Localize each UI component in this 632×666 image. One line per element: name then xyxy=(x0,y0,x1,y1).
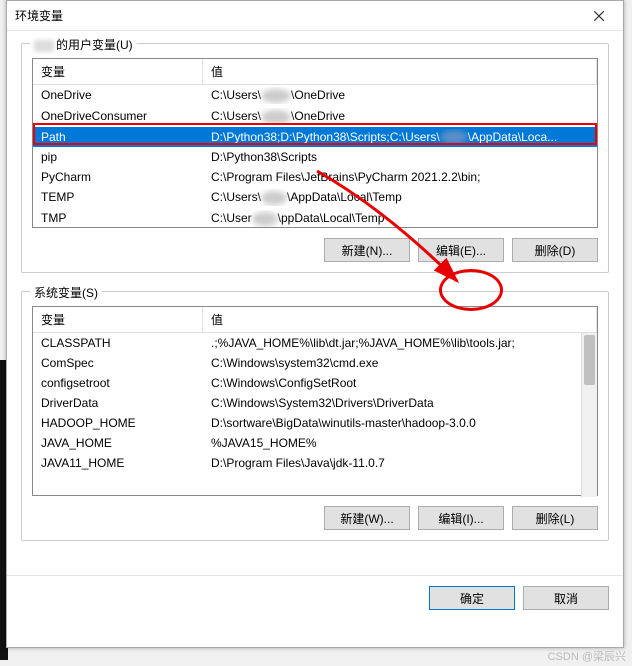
table-row: PyCharmC:\Program Files\JetBrains\PyChar… xyxy=(33,167,597,187)
table-row: configsetrootC:\Windows\ConfigSetRoot xyxy=(33,373,597,393)
user-edit-button[interactable]: 编辑(E)... xyxy=(418,238,504,262)
system-vars-scrollbar[interactable] xyxy=(581,333,597,497)
table-row: pipD:\Python38\Scripts xyxy=(33,147,597,167)
user-vars-body: OneDriveC:\Users\\OneDrive OneDriveConsu… xyxy=(33,85,597,229)
cancel-button[interactable]: 取消 xyxy=(523,586,609,610)
system-vars-label: 系统变量(S) xyxy=(30,284,102,301)
list-header: 变量 值 xyxy=(33,307,597,333)
header-value[interactable]: 值 xyxy=(203,59,597,84)
table-row: ComSpecC:\Windows\system32\cmd.exe xyxy=(33,353,597,373)
user-delete-button[interactable]: 删除(D) xyxy=(512,238,598,262)
table-row-path[interactable]: PathD:\Python38;D:\Python38\Scripts;C:\U… xyxy=(33,127,597,148)
close-button[interactable] xyxy=(583,2,615,30)
system-vars-body: CLASSPATH.;%JAVA_HOME%\lib\dt.jar;%JAVA_… xyxy=(33,333,597,497)
table-row: TEMPC:\Users\\AppData\Local\Temp xyxy=(33,187,597,208)
table-row: JAVA11_HOMED:\Program Files\Java\jdk-11.… xyxy=(33,453,597,473)
system-edit-button[interactable]: 编辑(I)... xyxy=(418,506,504,530)
table-row: OneDriveConsumerC:\Users\\OneDrive xyxy=(33,106,597,127)
dialog-title: 环境变量 xyxy=(15,7,583,24)
header-variable[interactable]: 变量 xyxy=(33,59,203,84)
table-row: HADOOP_HOMED:\sortware\BigData\winutils-… xyxy=(33,413,597,433)
close-icon xyxy=(594,11,604,21)
ok-button[interactable]: 确定 xyxy=(429,586,515,610)
system-vars-group: 系统变量(S) 变量 值 CLASSPATH.;%JAVA_HOME%\lib\… xyxy=(21,291,609,541)
scroll-thumb[interactable] xyxy=(584,335,595,385)
user-new-button[interactable]: 新建(N)... xyxy=(324,238,410,262)
system-vars-list[interactable]: 变量 值 CLASSPATH.;%JAVA_HOME%\lib\dt.jar;%… xyxy=(32,306,598,496)
env-vars-dialog: 环境变量 的用户变量(U) 变量 值 OneDriveC:\Users\\One… xyxy=(6,0,624,648)
user-vars-group: 的用户变量(U) 变量 值 OneDriveC:\Users\\OneDrive… xyxy=(21,43,609,273)
list-header: 变量 值 xyxy=(33,59,597,85)
titlebar[interactable]: 环境变量 xyxy=(7,1,623,31)
header-variable[interactable]: 变量 xyxy=(33,307,203,332)
system-delete-button[interactable]: 删除(L) xyxy=(512,506,598,530)
system-new-button[interactable]: 新建(W)... xyxy=(324,506,410,530)
user-vars-list[interactable]: 变量 值 OneDriveC:\Users\\OneDrive OneDrive… xyxy=(32,58,598,228)
table-row: JAVA_HOME%JAVA15_HOME% xyxy=(33,433,597,453)
header-value[interactable]: 值 xyxy=(203,307,597,332)
table-row: OneDriveC:\Users\\OneDrive xyxy=(33,85,597,106)
user-vars-label: 的用户变量(U) xyxy=(30,36,137,53)
table-row: DriverDataC:\Windows\System32\Drivers\Dr… xyxy=(33,393,597,413)
table-row: CLASSPATH.;%JAVA_HOME%\lib\dt.jar;%JAVA_… xyxy=(33,333,597,353)
watermark: CSDN @梁辰兴 xyxy=(548,648,626,664)
dialog-buttons: 确定 取消 xyxy=(7,575,623,620)
table-row: TMPC:\User\ppData\Local\Temp xyxy=(33,208,597,229)
